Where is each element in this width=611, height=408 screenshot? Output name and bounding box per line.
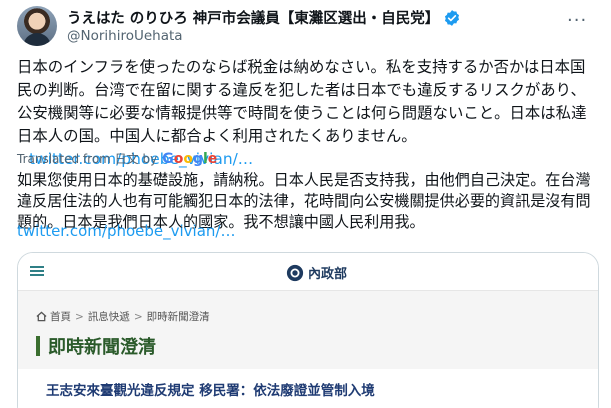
title-accent-bar xyxy=(36,336,40,356)
section-title-text: 即時新聞澄清 xyxy=(48,337,156,358)
verified-badge-icon xyxy=(445,9,460,26)
more-options-icon[interactable]: ··· xyxy=(567,10,587,31)
breadcrumb-separator: > xyxy=(133,310,143,323)
author-name-row: うえはた のりひろ 神戸市会議員【東灘区選出・自民党】 xyxy=(67,7,461,28)
translated-link[interactable]: twitter.com/phoebe_vivian/… xyxy=(17,222,235,240)
breadcrumb-separator: > xyxy=(75,310,84,323)
ministry-name: 內政部 xyxy=(308,267,348,282)
home-icon xyxy=(36,311,47,322)
breadcrumb: 首頁 > 訊息快遞 > 即時新聞澄清 xyxy=(36,309,210,324)
translation-label: Translated from 日文 by Google xyxy=(17,150,217,167)
news-item[interactable]: 王志安來臺觀光違反規定 移民署：依法廢證並管制入境 xyxy=(18,369,598,408)
tweet-body: 日本のインフラを使ったのならば税金は納めなさい。私を支持するか否かは日本国民の判… xyxy=(17,58,587,145)
avatar-shoulders xyxy=(23,33,51,46)
ministry-emblem-icon xyxy=(286,264,304,281)
hamburger-menu-icon[interactable] xyxy=(30,266,44,276)
breadcrumb-current: 即時新聞澄清 xyxy=(146,311,210,323)
ministry-logo: 內政部 xyxy=(286,263,347,282)
breadcrumb-news[interactable]: 訊息快遞 xyxy=(88,309,130,324)
translated-from-text: Translated from 日文 by xyxy=(17,152,158,166)
author-display-name[interactable]: うえはた のりひろ 神戸市会議員【東灘区選出・自民党】 xyxy=(67,7,439,28)
avatar[interactable] xyxy=(17,6,57,46)
breadcrumb-home[interactable]: 首頁 xyxy=(50,309,71,324)
google-logo: Google xyxy=(162,150,218,167)
link-preview-card[interactable]: 內政部 首頁 > 訊息快遞 > 即時新聞澄清 即時新聞澄清 王志安來臺觀光違反規… xyxy=(17,252,599,408)
author-handle[interactable]: @NorihiroUehata xyxy=(67,28,183,44)
section-title: 即時新聞澄清 xyxy=(36,333,156,359)
news-title[interactable]: 王志安來臺觀光違反規定 移民署：依法廢證並管制入境 xyxy=(46,379,375,399)
card-header: 內政部 xyxy=(18,253,598,291)
card-content: 首頁 > 訊息快遞 > 即時新聞澄清 即時新聞澄清 王志安來臺觀光違反規定 移民… xyxy=(18,291,598,408)
tweet: うえはた のりひろ 神戸市会議員【東灘区選出・自民党】 @NorihiroUeh… xyxy=(0,0,611,408)
